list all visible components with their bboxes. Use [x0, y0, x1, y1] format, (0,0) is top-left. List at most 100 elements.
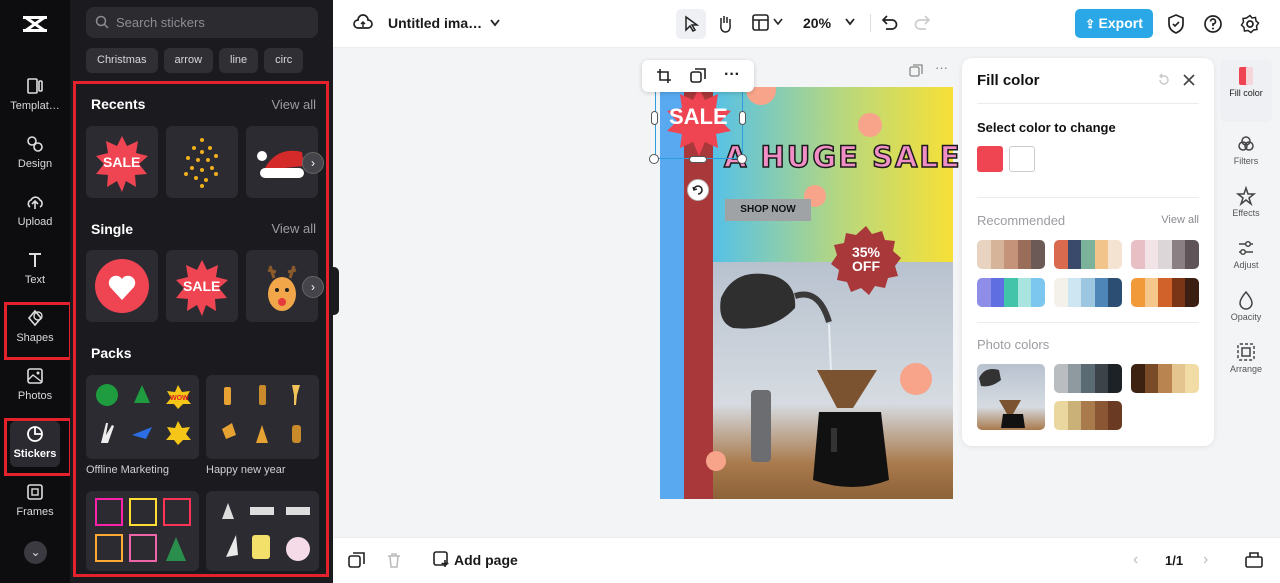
recent-sticker-sale[interactable]: SALE	[86, 126, 158, 198]
single-sticker-heart[interactable]	[86, 250, 158, 322]
crop-icon[interactable]	[656, 68, 672, 84]
export-button[interactable]: ⇪ Export	[1075, 9, 1153, 38]
peach-dot-2	[858, 113, 882, 137]
palette-6[interactable]	[1131, 278, 1199, 307]
selection-box	[655, 84, 743, 159]
recent-sticker-sparkles[interactable]	[166, 126, 238, 198]
select-tool-button[interactable]	[676, 9, 706, 39]
pack-happy-new-year-text[interactable]	[86, 491, 199, 571]
color-swatch-white[interactable]	[1009, 146, 1035, 172]
rail-templates[interactable]: Templat…	[0, 70, 70, 126]
panel-collapse-handle[interactable]	[330, 267, 339, 315]
rail-collapse-chevron-icon[interactable]: ⌄	[24, 541, 47, 564]
wow-text: WOW	[170, 395, 189, 402]
close-icon[interactable]	[1182, 73, 1196, 87]
chip-line[interactable]: line	[219, 48, 259, 73]
pages-panel-icon[interactable]	[1245, 551, 1263, 568]
rail-photos[interactable]: Photos	[0, 360, 70, 416]
cloud-save-icon[interactable]	[353, 14, 373, 32]
resize-handle-bottom[interactable]	[689, 156, 707, 163]
rail-effects[interactable]: Effects	[1220, 180, 1272, 230]
single-view-all[interactable]: View all	[271, 221, 316, 236]
shop-now-label[interactable]: SHOP NOW	[725, 199, 811, 221]
title-chevron-down-icon[interactable]	[489, 18, 501, 28]
duplicate-icon[interactable]	[690, 68, 706, 84]
recommended-label: Recommended	[977, 213, 1066, 228]
resize-handle-right[interactable]	[739, 111, 746, 125]
rail-filters-label: Filters	[1233, 156, 1259, 166]
photo-palette-1[interactable]	[1054, 364, 1122, 393]
layout-chevron-down-icon[interactable]	[773, 18, 783, 26]
add-page-icon[interactable]	[433, 551, 450, 568]
single-sticker-sale[interactable]: SALE	[166, 250, 238, 322]
design-headline[interactable]: A HUGE SALE	[723, 139, 962, 175]
rail-filters[interactable]: Filters	[1220, 128, 1272, 178]
resize-handle-left[interactable]	[651, 111, 658, 125]
photo-thumbnail-image	[979, 369, 1025, 428]
palette-2[interactable]	[1054, 240, 1122, 269]
more-options-icon[interactable]: ···	[724, 66, 740, 84]
rail-fill-color[interactable]: Fill color	[1220, 60, 1272, 122]
redo-icon[interactable]	[914, 14, 932, 32]
pack-happy-new-year[interactable]	[206, 375, 319, 459]
rail-stickers-label: Stickers	[13, 448, 57, 460]
settings-gear-icon[interactable]	[1240, 14, 1260, 34]
chip-arrow[interactable]: arrow	[163, 48, 214, 73]
rail-design[interactable]: Design	[0, 128, 70, 184]
rail-upload[interactable]: Upload	[0, 186, 70, 242]
rail-stickers[interactable]: Stickers	[0, 418, 72, 476]
zoom-level[interactable]: 20%	[803, 15, 831, 31]
rail-shapes[interactable]: Shapes	[0, 302, 72, 360]
document-title[interactable]: Untitled ima…	[388, 15, 482, 31]
prev-page-chevron-icon[interactable]: ‹	[1133, 551, 1138, 569]
palette-3[interactable]	[1131, 240, 1199, 269]
capcut-logo-icon[interactable]	[22, 12, 48, 36]
hand-tool-icon[interactable]	[716, 14, 734, 34]
pack-party-items[interactable]	[206, 491, 319, 571]
search-stickers-input[interactable]: Search stickers	[86, 7, 318, 38]
upload-icon	[27, 196, 43, 209]
resize-handle-bottom-left[interactable]	[649, 154, 659, 164]
rotate-handle[interactable]	[687, 179, 709, 201]
zoom-chevron-down-icon[interactable]	[844, 18, 856, 27]
palette-4[interactable]	[977, 278, 1045, 307]
help-icon[interactable]	[1203, 14, 1223, 34]
color-swatch-red[interactable]	[977, 146, 1003, 172]
palette-5[interactable]	[1054, 278, 1122, 307]
reset-icon[interactable]	[1157, 73, 1171, 87]
pack-offline-marketing-label: Offline Marketing	[86, 464, 169, 476]
photo-palette-2[interactable]	[1131, 364, 1199, 393]
rail-text[interactable]: Text	[0, 244, 70, 300]
recents-view-all[interactable]: View all	[271, 97, 316, 112]
stickers-icon	[27, 426, 43, 442]
shield-icon[interactable]	[1167, 14, 1185, 34]
single-next-chevron-icon[interactable]: ›	[302, 276, 324, 298]
photo-palette-3[interactable]	[1054, 401, 1122, 430]
recommended-view-all[interactable]: View all	[1161, 214, 1199, 226]
delete-page-icon[interactable]	[386, 552, 402, 569]
rail-adjust[interactable]: Adjust	[1220, 232, 1272, 282]
rail-templates-label: Templat…	[10, 100, 60, 112]
page-duplicate-icon[interactable]	[909, 64, 923, 78]
page-more-icon[interactable]: ···	[935, 60, 948, 75]
rail-arrange[interactable]: Arrange	[1220, 336, 1272, 386]
resize-handle-bottom-right[interactable]	[737, 154, 747, 164]
page-copy-icon[interactable]	[348, 552, 365, 569]
single-title: Single	[91, 221, 134, 237]
pack-offline-marketing[interactable]: WOW	[86, 375, 199, 459]
rail-opacity[interactable]: Opacity	[1220, 284, 1272, 334]
photo-thumbnail[interactable]	[977, 364, 1045, 430]
undo-icon[interactable]	[880, 14, 898, 32]
selected-sale-sticker[interactable]: SALE	[655, 84, 743, 159]
chip-circle[interactable]: circ	[264, 48, 304, 73]
rail-frames[interactable]: Frames	[0, 476, 70, 532]
opacity-icon	[1239, 290, 1253, 310]
peach-dot-4	[900, 363, 932, 395]
add-page-button[interactable]: Add page	[454, 552, 518, 568]
recents-next-chevron-icon[interactable]: ›	[302, 152, 324, 174]
palette-1[interactable]	[977, 240, 1045, 269]
next-page-chevron-icon[interactable]: ›	[1203, 551, 1208, 569]
divider-3	[977, 322, 1199, 323]
chip-christmas[interactable]: Christmas	[86, 48, 158, 73]
layout-icon[interactable]	[752, 14, 772, 32]
